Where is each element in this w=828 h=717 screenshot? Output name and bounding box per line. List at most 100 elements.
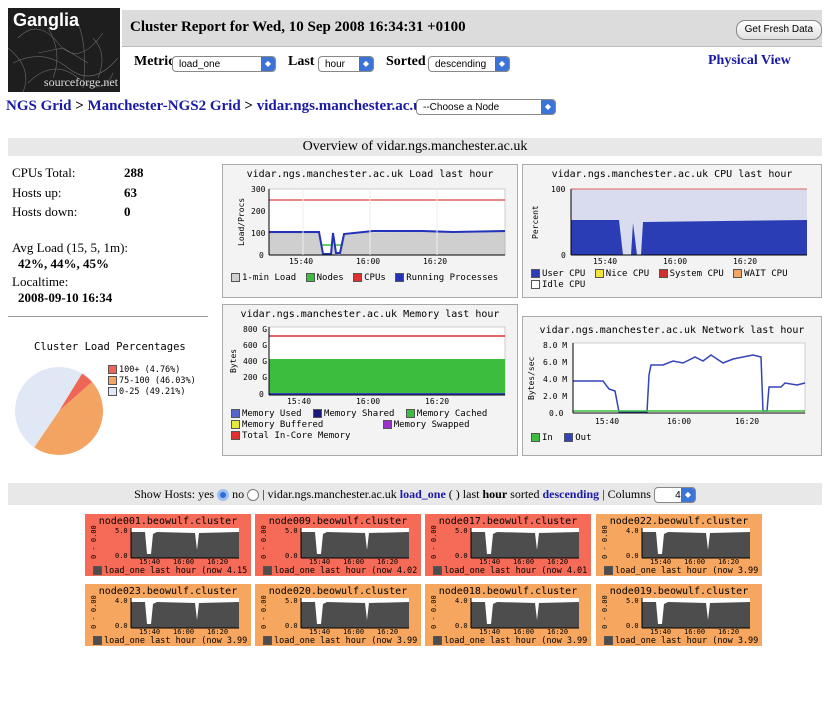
cpus-total-label: CPUs Total: bbox=[12, 165, 76, 180]
physical-view-link[interactable]: Physical View bbox=[708, 53, 791, 69]
node-tile[interactable]: node020.beowulf.cluster 5.0 0.0 0 - 0.00 15:… bbox=[255, 584, 421, 646]
node-name[interactable]: node017.beowulf.cluster bbox=[425, 516, 591, 527]
sorted-select[interactable]: descending ◆ bbox=[428, 56, 510, 72]
node-tile[interactable]: node009.beowulf.cluster 5.0 0.0 0 - 0.00 15:… bbox=[255, 514, 421, 576]
ytick: 2.0 M bbox=[543, 392, 568, 401]
legend-label: Memory Cached bbox=[416, 409, 488, 419]
node-name[interactable]: node022.beowulf.cluster bbox=[596, 516, 762, 527]
ytick: 4.0 M bbox=[543, 375, 568, 384]
legend-swatch bbox=[433, 566, 442, 575]
legend-item: 75-100 (46.03%) bbox=[108, 376, 196, 387]
node-ytick: 5.0 bbox=[285, 527, 298, 535]
node-xtick: 15:40 bbox=[650, 558, 672, 566]
xtick: 16:00 bbox=[356, 397, 381, 406]
hosts-bar-paren: ( ) bbox=[448, 487, 460, 501]
hosts-down-value: 0 bbox=[124, 204, 131, 219]
hosts-bar-last: last bbox=[462, 487, 480, 501]
node-ytick: 0.0 bbox=[115, 552, 128, 560]
legend-label: Memory Swapped bbox=[393, 420, 470, 430]
show-hosts-no-radio[interactable] bbox=[247, 489, 260, 502]
node-ytick: 5.0 bbox=[626, 597, 639, 605]
ytick: 0 bbox=[259, 390, 264, 399]
last-label: Last bbox=[288, 54, 315, 69]
legend-label: Total In-Core Memory bbox=[242, 431, 351, 441]
legend-label: 1-min Load bbox=[242, 273, 297, 283]
legend-swatch bbox=[604, 636, 613, 645]
cpus-total-row: CPUs Total: 288 bbox=[12, 165, 144, 181]
node-legend: load_one last hour (now 3.99 bbox=[93, 636, 247, 646]
breadcrumb-cluster[interactable]: Manchester-NGS2 Grid bbox=[88, 98, 241, 114]
legend-label: System CPU bbox=[669, 269, 724, 279]
node-caption: load_one last hour (now 4.02 bbox=[274, 566, 418, 576]
node-xtick: 15:40 bbox=[650, 628, 672, 636]
hosts-up-row: Hosts up: 63 bbox=[12, 185, 137, 201]
node-tile[interactable]: node019.beowulf.cluster 5.0 0.0 0 - 0.00 15:… bbox=[596, 584, 762, 646]
node-legend: load_one last hour (now 4.02 bbox=[263, 566, 417, 576]
node-select[interactable]: --Choose a Node ◆ bbox=[416, 99, 556, 115]
get-fresh-data-button[interactable]: Get Fresh Data bbox=[735, 20, 822, 40]
breadcrumb: NGS Grid > Manchester-NGS2 Grid > vidar.… bbox=[6, 98, 442, 115]
breadcrumb-host[interactable]: vidar.ngs.manchester.ac.uk bbox=[257, 98, 430, 114]
load-graph[interactable]: vidar.ngs.manchester.ac.uk Load last hou… bbox=[222, 164, 518, 298]
cpu-graph[interactable]: vidar.ngs.manchester.ac.uk CPU last hour… bbox=[522, 164, 822, 298]
node-name[interactable]: node009.beowulf.cluster bbox=[255, 516, 421, 527]
node-legend: load_one last hour (now 3.99 bbox=[604, 636, 758, 646]
ganglia-page: Ganglia sourceforge.net Cluster Report f… bbox=[0, 0, 828, 717]
node-xtick: 15:40 bbox=[139, 628, 161, 636]
node-name[interactable]: node018.beowulf.cluster bbox=[425, 586, 591, 597]
chevron-updown-icon: ◆ bbox=[359, 57, 373, 71]
legend-swatch bbox=[405, 409, 415, 418]
ytick: 300 bbox=[251, 185, 266, 194]
node-name[interactable]: node023.beowulf.cluster bbox=[85, 586, 251, 597]
divider bbox=[8, 316, 208, 317]
legend-label: Out bbox=[575, 433, 592, 443]
node-tile[interactable]: node023.beowulf.cluster 4.0 0.0 0 - 0.00 15:… bbox=[85, 584, 251, 646]
memory-ylabel: Bytes bbox=[229, 348, 238, 374]
node-xtick: 16:00 bbox=[513, 628, 535, 636]
chevron-updown-icon: ◆ bbox=[495, 57, 509, 71]
legend-swatch bbox=[263, 636, 272, 645]
node-tile[interactable]: node022.beowulf.cluster 4.0 0.0 0 - 0.00 15:… bbox=[596, 514, 762, 576]
columns-select[interactable]: 4 ◆ bbox=[653, 487, 696, 504]
node-name[interactable]: node019.beowulf.cluster bbox=[596, 586, 762, 597]
avg-load-value: 42%, 44%, 45% bbox=[18, 256, 109, 271]
load-legend: 1-min Load Nodes CPUs Running Processes bbox=[231, 273, 498, 284]
xtick: 15:40 bbox=[289, 257, 314, 266]
ytick: 400 G bbox=[243, 357, 268, 366]
node-ytick: 5.0 bbox=[285, 597, 298, 605]
node-caption: load_one last hour (now 3.99 bbox=[444, 636, 588, 646]
node-ylabel: 0 - 0.00 bbox=[430, 595, 438, 629]
hosts-bar-desc: descending bbox=[542, 487, 600, 501]
node-tile[interactable]: node017.beowulf.cluster 5.0 0.0 0 - 0.00 15:… bbox=[425, 514, 591, 576]
metric-select[interactable]: load_one ◆ bbox=[172, 56, 276, 72]
network-graph[interactable]: vidar.ngs.manchester.ac.uk Network last … bbox=[522, 316, 822, 456]
hosts-up-label: Hosts up: bbox=[12, 185, 62, 200]
node-ytick: 0.0 bbox=[626, 622, 639, 630]
last-select[interactable]: hour ◆ bbox=[318, 56, 374, 72]
show-hosts-yes-radio[interactable] bbox=[217, 489, 230, 502]
xtick: 16:20 bbox=[425, 397, 450, 406]
node-name[interactable]: node020.beowulf.cluster bbox=[255, 586, 421, 597]
legend-swatch bbox=[313, 409, 323, 418]
ganglia-logo[interactable]: Ganglia sourceforge.net bbox=[8, 8, 120, 92]
xtick: 15:40 bbox=[593, 257, 618, 266]
node-name[interactable]: node001.beowulf.cluster bbox=[85, 516, 251, 527]
node-tile[interactable]: node001.beowulf.cluster 5.0 0.0 0 - 0.00 15:… bbox=[85, 514, 251, 576]
ytick: 0 bbox=[259, 251, 264, 260]
sorted-value: descending bbox=[435, 59, 487, 70]
hosts-bar-hour: hour bbox=[482, 487, 508, 501]
node-xtick: 15:40 bbox=[309, 628, 331, 636]
legend-swatch bbox=[531, 269, 540, 278]
breadcrumb-grid[interactable]: NGS Grid bbox=[6, 98, 71, 114]
memory-graph[interactable]: vidar.ngs.manchester.ac.uk Memory last h… bbox=[222, 304, 518, 456]
node-ytick: 0.0 bbox=[285, 622, 298, 630]
node-ytick: 4.0 bbox=[626, 527, 639, 535]
legend-label: Nice CPU bbox=[605, 269, 650, 279]
node-tile[interactable]: node018.beowulf.cluster 4.0 0.0 0 - 0.00 15:… bbox=[425, 584, 591, 646]
node-legend: load_one last hour (now 3.99 bbox=[604, 566, 758, 576]
node-xtick: 16:00 bbox=[173, 628, 195, 636]
legend-swatch bbox=[108, 376, 117, 385]
load-ylabel: Load/Procs bbox=[237, 197, 246, 247]
legend-swatch bbox=[231, 420, 240, 429]
node-ytick: 5.0 bbox=[455, 527, 468, 535]
